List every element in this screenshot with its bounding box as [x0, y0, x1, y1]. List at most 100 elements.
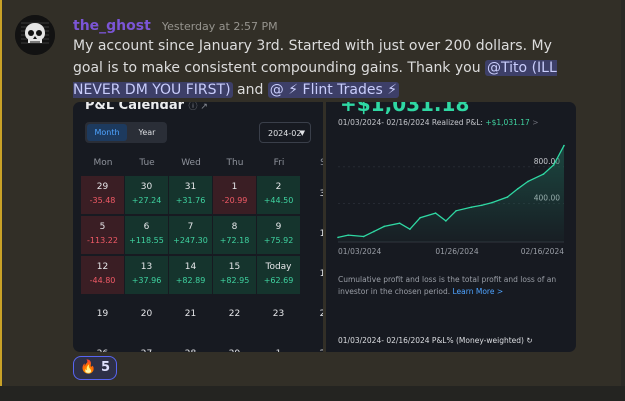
info-share-icon: ⓘ ↗ — [188, 102, 208, 112]
pnl-area-chart: 400.00800.0001/03/202401/26/202402/16/20… — [337, 144, 565, 256]
day-number: 26 — [81, 349, 124, 352]
calendar-day-cell[interactable]: Today +62.69 — [257, 256, 300, 294]
weekday-label: Fri — [273, 158, 285, 168]
calendar-day-cell[interactable]: 29 — [213, 336, 256, 352]
calendar-day-cell[interactable]: 22 — [213, 296, 256, 334]
day-pnl-value: +27.24 — [131, 196, 162, 205]
calendar-day-cell[interactable]: 23 — [257, 296, 300, 334]
message-content: My account since January 3rd. Started wi… — [73, 35, 573, 101]
calendar-day-cell[interactable]: 5 -113.22 — [81, 216, 124, 254]
data-point — [455, 210, 457, 212]
chevron-down-icon: ▼ — [299, 129, 305, 137]
day-number: 6 — [143, 222, 150, 232]
calendar-day-cell[interactable]: 2 — [301, 296, 323, 334]
tab-year[interactable]: Year — [129, 124, 165, 141]
day-number: 22 — [228, 309, 241, 319]
calendar-day-cell[interactable]: 1 — [257, 336, 300, 352]
day-pnl-value: +37.96 — [131, 276, 162, 285]
day-pnl-value: +82.89 — [175, 276, 206, 285]
calendar-day-cell[interactable]: 19 — [81, 296, 124, 334]
period-toggle: Month Year — [85, 122, 167, 143]
avatar[interactable] — [15, 15, 55, 55]
day-number: 19 — [96, 309, 109, 319]
day-pnl-value: -44.80 — [89, 276, 116, 285]
calendar-day-cell[interactable]: 13 +37.96 — [125, 256, 168, 294]
data-point — [337, 236, 339, 239]
data-point — [434, 212, 437, 214]
data-point — [362, 235, 365, 238]
calendar-day-cell[interactable]: 6 +118.55 — [125, 216, 168, 254]
mention-flint-trades[interactable]: @ ⚡ Flint Trades ⚡ — [267, 82, 400, 98]
calendar-day-cell[interactable]: 3 — [301, 176, 323, 214]
calendar-day-cell[interactable]: 31 +31.76 — [169, 176, 212, 214]
calendar-day-cell[interactable]: 1 — [301, 216, 323, 254]
calendar-day-cell[interactable]: 12 -44.80 — [81, 256, 124, 294]
data-point — [373, 230, 375, 233]
period-label: 01/03/2024- 02/16/2024 Realized P&L: — [338, 118, 486, 127]
data-point — [527, 180, 529, 183]
username[interactable]: the_ghost — [73, 18, 151, 34]
calendar-day-cell[interactable]: 28 — [169, 336, 212, 352]
chevron-right-icon: > — [532, 118, 539, 127]
calendar-day-cell[interactable]: 30 +27.24 — [125, 176, 168, 214]
calendar-day-cell[interactable]: 14 +82.89 — [169, 256, 212, 294]
data-point — [563, 144, 565, 147]
reaction-fire[interactable]: 🔥 5 — [73, 356, 117, 380]
month-select-value: 2024-02 — [268, 129, 302, 138]
message-text-and: and — [232, 82, 268, 98]
discord-app: the_ghost Yesterday at 2:57 PM My accoun… — [0, 0, 625, 401]
calendar-day-cell[interactable]: 20 — [125, 296, 168, 334]
calendar-day-cell[interactable]: 1 — [301, 256, 323, 294]
pnl-calendar-image[interactable]: P&L Calendar ⓘ ↗ Month Year 2024-02 ▼ Mon… — [73, 102, 323, 352]
day-number: 31 — [184, 182, 197, 192]
calendar-day-cell[interactable]: 1 -20.99 — [213, 176, 256, 214]
data-point — [419, 216, 421, 219]
highlight-bar — [0, 0, 2, 386]
day-number: 27 — [125, 349, 168, 352]
day-number: 20 — [140, 309, 153, 319]
data-point — [552, 164, 555, 166]
calendar-day-cell[interactable]: 15 +82.95 — [213, 256, 256, 294]
day-number: 7 — [187, 222, 194, 232]
day-pnl-value: +82.95 — [219, 276, 250, 285]
calendar-day-cell[interactable]: 21 — [169, 296, 212, 334]
day-number: 1 — [257, 349, 300, 352]
calendar-day-cell[interactable]: 7 +247.30 — [169, 216, 212, 254]
bottom-divider — [0, 386, 625, 401]
calendar-day-cell[interactable]: 9 +75.92 — [257, 216, 300, 254]
day-number: 2 — [301, 349, 323, 352]
calendar-day-cell[interactable]: 2 — [301, 336, 323, 352]
chart-note: Cumulative profit and loss is the total … — [338, 274, 566, 298]
data-point — [398, 222, 401, 224]
data-point — [347, 234, 350, 236]
calendar-day-cell[interactable]: 8 +72.18 — [213, 216, 256, 254]
pnl-chart-image[interactable]: +$1,031.18 01/03/2024- 02/16/2024 Realiz… — [326, 102, 576, 352]
learn-more-link[interactable]: Learn More > — [453, 287, 504, 296]
weekday-label: S — [303, 158, 323, 168]
data-point — [506, 196, 509, 198]
calendar-title-text: P&L Calendar — [85, 102, 185, 113]
realized-pnl-value: +$1,031.17 — [485, 118, 530, 127]
message-item: the_ghost Yesterday at 2:57 PM My accoun… — [2, 0, 622, 386]
calendar-day-cell[interactable]: 2 +44.50 — [257, 176, 300, 214]
scrollbar[interactable] — [621, 0, 625, 386]
fire-icon: 🔥 — [80, 360, 97, 375]
day-number: 1 — [319, 229, 323, 239]
calendar-day-cell[interactable]: 27 — [125, 336, 168, 352]
month-select[interactable]: 2024-02 ▼ — [259, 122, 311, 143]
reaction-count: 5 — [101, 360, 111, 375]
day-pnl-value: +75.92 — [263, 236, 294, 245]
day-pnl-value: -20.99 — [221, 196, 248, 205]
calendar-day-cell[interactable]: 26 — [81, 336, 124, 352]
x-tick-label: 01/26/2024 — [435, 247, 478, 256]
day-number: 1 — [319, 269, 323, 279]
tab-month[interactable]: Month — [87, 124, 127, 141]
day-pnl-value: +72.18 — [219, 236, 250, 245]
day-pnl-value: +247.30 — [173, 236, 208, 245]
calendar-day-cell[interactable]: 29 -35.48 — [81, 176, 124, 214]
realized-pnl-line: 01/03/2024- 02/16/2024 Realized P&L: +$1… — [338, 118, 539, 127]
day-number: 5 — [99, 222, 106, 232]
weekday-label: Tue — [139, 158, 155, 168]
note-text: Cumulative profit and loss is the total … — [338, 275, 557, 296]
x-tick-label: 01/03/2024 — [338, 247, 381, 256]
